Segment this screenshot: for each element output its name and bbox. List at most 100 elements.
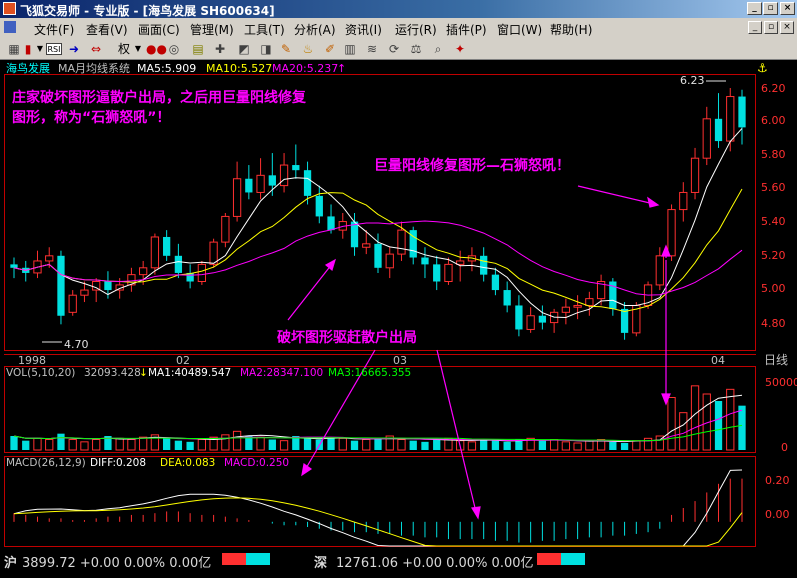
candle-down (315, 195, 323, 217)
menu-view[interactable]: 查看(V) (86, 21, 128, 38)
candle-up (397, 229, 406, 255)
volume-bar-up (585, 440, 594, 451)
rotate-icon[interactable]: ⟳ (386, 41, 402, 57)
volume-ma3-line (13, 424, 743, 442)
mdi-minimize-button[interactable]: _ (748, 21, 762, 34)
candle-down (245, 178, 253, 193)
mdi-close-button[interactable]: × (780, 21, 794, 34)
mdi-restore-button[interactable]: ▫ (764, 21, 778, 34)
menu-manage[interactable]: 管理(M) (190, 21, 234, 38)
menu-run[interactable]: 运行(R) (395, 21, 437, 38)
candle-up (68, 294, 77, 313)
shapes-icon[interactable]: ◨ (258, 41, 274, 57)
arrow-head (647, 196, 660, 208)
volume-ma2: MA2:28347.100 (240, 367, 323, 379)
stock-chart[interactable]: 海鸟发展 MA月均线系统 MA5:5.909 MA10:5.527 MA20:5… (0, 60, 797, 548)
volume-bar-down (303, 438, 312, 450)
bell-icon[interactable]: ♨ (300, 41, 316, 57)
menu-plugin[interactable]: 插件(P) (446, 21, 487, 38)
candle-down (10, 264, 18, 268)
x-tick-1998: 1998 (18, 354, 46, 367)
candle-up (573, 304, 582, 308)
macd-histogram (13, 469, 743, 547)
document-icon[interactable] (4, 21, 16, 33)
volume-bar-up (221, 434, 230, 451)
volume-ma3: MA3:16665.355 (328, 367, 411, 379)
macd-label: MACD(26,12,9) (6, 457, 86, 469)
indicator-name: MA月均线系统 (58, 61, 130, 75)
grid-table-icon[interactable]: ▥ (342, 41, 358, 57)
volume-bar-down (609, 441, 617, 450)
annotation-arrows (287, 185, 671, 520)
menu-analysis[interactable]: 分析(A) (294, 21, 336, 38)
menu-window[interactable]: 窗口(W) (497, 21, 542, 38)
candle-down (57, 255, 65, 316)
window-titlebar: 飞狐交易师 - 专业版 - [海鸟发展 SH600634] _ ▫ × (0, 0, 797, 18)
volume-bar-up (632, 440, 641, 451)
price-y-axis: 6.20 6.00 5.80 5.60 5.40 5.20 5.00 4.80 (761, 82, 786, 330)
volume-bar-up (92, 439, 101, 451)
candle-down (374, 243, 382, 268)
ma20-arrow: ↑ (337, 62, 346, 75)
volume-bar-down (503, 441, 511, 450)
volume-bar-down (433, 439, 441, 450)
chart-frames (4, 74, 756, 547)
candle-up (221, 215, 230, 243)
volume-bar-down (714, 401, 723, 450)
volume-bar-up (338, 437, 347, 451)
macd-diff-line (13, 469, 743, 547)
candle-down (303, 170, 312, 196)
x-tick-03: 03 (393, 354, 407, 367)
arrow-icon[interactable]: ➜ (66, 41, 82, 57)
volume-ma1-line (13, 394, 743, 443)
scale-icon[interactable]: ⚖ (408, 41, 424, 57)
volume-bar-down (480, 439, 488, 450)
candle-down (104, 281, 112, 291)
arrow-to-break (287, 263, 333, 321)
candle-down (538, 315, 547, 323)
sh-index-name: 沪 (4, 556, 18, 571)
arrow-to-candle (577, 185, 655, 205)
text-icon[interactable]: ✎ (278, 41, 294, 57)
dropdown-arrow-icon[interactable]: ▼ (130, 41, 146, 57)
volume-label: VOL(5,10,20) (6, 367, 75, 379)
volume-bar-up (397, 439, 406, 451)
candle-up (150, 236, 160, 269)
maximize-button[interactable]: ▫ (763, 2, 778, 15)
candle-down (503, 290, 511, 306)
high-label: 6.23 (680, 74, 705, 87)
menu-tools[interactable]: 工具(T) (244, 21, 285, 38)
ma10-label: MA10:5.527 (206, 62, 272, 75)
search-icon[interactable]: ⌕ (430, 41, 446, 57)
cursor-icon[interactable]: ◩ (236, 41, 252, 57)
menu-info[interactable]: 资讯(I) (345, 21, 382, 38)
candle-down (714, 118, 723, 142)
pen-icon[interactable]: ✐ (322, 41, 338, 57)
glasses-icon[interactable]: ●● (146, 41, 167, 57)
menu-file[interactable]: 文件(F) (34, 21, 74, 38)
period-label: 日线 (764, 353, 788, 367)
macd-y-tick-0.20: 0.20 (765, 474, 790, 487)
annotation-bottom: 破坏图形驱赶散户出局 (277, 329, 417, 346)
rsi-icon[interactable]: RSI (46, 43, 62, 55)
macd-value: MACD:0.250 (224, 457, 289, 469)
volume-bar-up (549, 439, 559, 451)
status-bar: 沪 3899.72 +0.00 0.00% 0.00亿 深 12761.06 +… (0, 548, 797, 578)
close-button[interactable]: × (780, 2, 795, 15)
wave-icon[interactable]: ≋ (364, 41, 380, 57)
volume-bar-up (45, 439, 54, 451)
calculator-icon[interactable]: ▤ (190, 41, 206, 57)
volume-y-tick-0: 0 (781, 441, 788, 454)
cross-icon[interactable]: ✚ (212, 41, 228, 57)
menu-screen[interactable]: 画面(C) (138, 21, 180, 38)
candle-down (327, 216, 335, 231)
menu-help[interactable]: 帮助(H) (550, 21, 592, 38)
volume-bar-up (127, 439, 136, 451)
anchor-icon[interactable]: ⚓ (757, 61, 768, 75)
minimize-button[interactable]: _ (747, 2, 762, 15)
circle-icon[interactable]: ◎ (166, 41, 182, 57)
volume-bar-up (679, 412, 688, 451)
star-icon[interactable]: ✦ (452, 41, 468, 57)
exchange-icon[interactable]: ⇔ (88, 41, 104, 57)
candle-up (45, 255, 54, 262)
